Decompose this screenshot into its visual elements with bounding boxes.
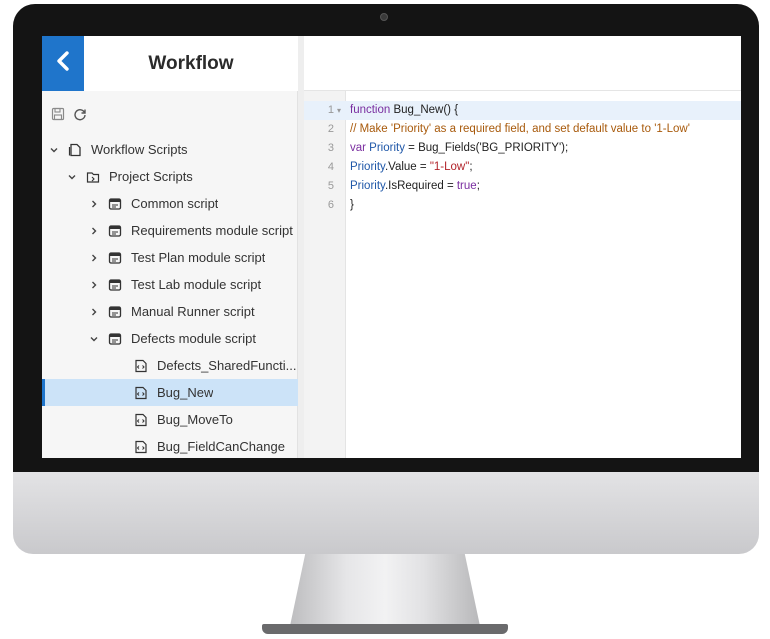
camera-dot: [380, 13, 388, 21]
tree-item-module[interactable]: Test Lab module script: [42, 271, 298, 298]
code-text: Bug_New() {: [390, 104, 459, 116]
line-number: 1: [327, 104, 334, 116]
tree-item-function-selected[interactable]: Bug_New: [42, 379, 298, 406]
save-icon[interactable]: [48, 104, 68, 124]
chevron-down-icon[interactable]: [48, 144, 60, 156]
script-file-icon: [134, 386, 148, 400]
fold-arrow-icon[interactable]: ▾: [337, 101, 341, 120]
tree-item-module[interactable]: Test Plan module script: [42, 244, 298, 271]
tree-item-label: Defects_SharedFuncti...: [157, 358, 297, 373]
code-editor[interactable]: 1 ▾ function Bug_New() { 2 // Make 'Prio…: [304, 91, 741, 458]
code-text: .IsRequired =: [384, 180, 457, 192]
module-script-icon: [108, 332, 122, 346]
tree-item-label: Requirements module script: [131, 223, 293, 238]
code-variable: Priority: [350, 161, 385, 173]
tree-item-label: Manual Runner script: [131, 304, 255, 319]
line-number: 4: [327, 161, 334, 173]
back-button[interactable]: [42, 36, 84, 91]
project-scripts-icon: [86, 170, 100, 184]
tree-item-label: Bug_MoveTo: [157, 412, 233, 427]
chevron-right-icon[interactable]: [88, 306, 100, 318]
code-string: "1-Low": [429, 161, 470, 173]
editor-header: [304, 36, 741, 91]
code-line[interactable]: 3 var Priority = Bug_Fields('BG_PRIORITY…: [304, 139, 741, 158]
chevron-down-icon[interactable]: [88, 333, 100, 345]
code-variable: Priority: [365, 142, 405, 154]
refresh-icon[interactable]: [70, 104, 90, 124]
sidebar-header: Workflow: [42, 36, 298, 91]
module-script-icon: [108, 197, 122, 211]
line-number: 3: [327, 142, 334, 154]
tree-item-project-scripts[interactable]: Project Scripts: [42, 163, 298, 190]
tree-item-label: Bug_New: [157, 385, 214, 400]
chevron-right-icon[interactable]: [88, 279, 100, 291]
module-script-icon: [108, 251, 122, 265]
tree-item-label: Test Lab module script: [131, 277, 262, 292]
line-number: 5: [327, 180, 334, 192]
module-script-icon: [108, 278, 122, 292]
code-line[interactable]: 1 ▾ function Bug_New() {: [304, 101, 741, 120]
code-line[interactable]: 6 }: [304, 196, 741, 215]
code-text: }: [350, 199, 354, 211]
chevron-right-icon[interactable]: [88, 252, 100, 264]
tree-item-label: Defects module script: [131, 331, 256, 346]
tree-item-function[interactable]: Bug_FieldCanChange: [42, 433, 298, 458]
tree-item-function[interactable]: Defects_SharedFuncti...: [42, 352, 298, 379]
tree-item-label: Project Scripts: [109, 169, 193, 184]
tree-item-module[interactable]: Defects module script: [42, 325, 298, 352]
line-number: 2: [327, 123, 334, 135]
code-text: .Value =: [384, 161, 430, 173]
module-script-icon: [108, 305, 122, 319]
code-variable: Priority: [350, 180, 385, 192]
sidebar-toolbar: [42, 104, 298, 128]
app-screen: Workflow Workflow Scripts Project Script…: [42, 36, 741, 458]
code-comment: // Make 'Priority' as a required field, …: [350, 123, 690, 135]
monitor-stand-base: [262, 624, 508, 634]
monitor-chin: [13, 472, 759, 554]
code-keyword: function: [350, 104, 391, 116]
workflow-sidebar: Workflow Workflow Scripts Project Script…: [42, 36, 298, 458]
code-text: ;: [476, 180, 480, 192]
code-keyword: var: [350, 142, 366, 154]
script-file-icon: [134, 413, 148, 427]
tree-item-module[interactable]: Common script: [42, 190, 298, 217]
chevron-down-icon[interactable]: [66, 171, 78, 183]
code-text: = Bug_Fields('BG_PRIORITY');: [404, 142, 569, 154]
monitor-stand: [290, 554, 480, 626]
tree-item-label: Test Plan module script: [131, 250, 266, 265]
chevron-left-icon: [56, 51, 70, 76]
chevron-right-icon[interactable]: [88, 225, 100, 237]
chevron-right-icon[interactable]: [88, 198, 100, 210]
script-file-icon: [134, 359, 148, 373]
tree-item-label: Workflow Scripts: [91, 142, 188, 157]
tree-item-function[interactable]: Bug_MoveTo: [42, 406, 298, 433]
tree-item-workflow-scripts[interactable]: Workflow Scripts: [42, 136, 298, 163]
tree-item-label: Bug_FieldCanChange: [157, 439, 285, 454]
script-tree: Workflow Scripts Project Scripts Common …: [42, 136, 298, 458]
code-lines: 1 ▾ function Bug_New() { 2 // Make 'Prio…: [304, 101, 741, 215]
scripts-folder-icon: [68, 143, 82, 157]
line-number: 6: [327, 199, 334, 211]
code-line[interactable]: 2 // Make 'Priority' as a required field…: [304, 120, 741, 139]
tree-item-module[interactable]: Manual Runner script: [42, 298, 298, 325]
script-file-icon: [134, 440, 148, 454]
tree-item-module[interactable]: Requirements module script: [42, 217, 298, 244]
module-script-icon: [108, 224, 122, 238]
tree-item-label: Common script: [131, 196, 219, 211]
code-keyword: true: [456, 180, 477, 192]
code-text: ;: [469, 161, 473, 173]
code-line[interactable]: 5 Priority.IsRequired = true;: [304, 177, 741, 196]
page-title: Workflow: [148, 52, 234, 74]
code-line[interactable]: 4 Priority.Value = "1-Low";: [304, 158, 741, 177]
